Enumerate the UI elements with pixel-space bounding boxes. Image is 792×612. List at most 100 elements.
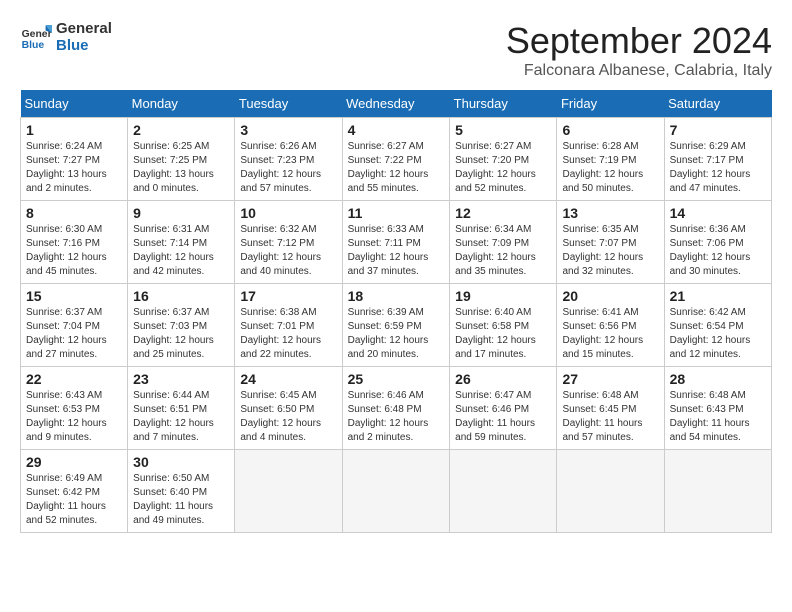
- day-detail: Sunrise: 6:45 AMSunset: 6:50 PMDaylight:…: [240, 390, 321, 443]
- day-detail: Sunrise: 6:28 AMSunset: 7:19 PMDaylight:…: [562, 141, 643, 194]
- title-block: September 2024 Falconara Albanese, Calab…: [506, 20, 772, 80]
- logo: General Blue General Blue: [20, 20, 112, 54]
- day-detail: Sunrise: 6:35 AMSunset: 7:07 PMDaylight:…: [562, 224, 643, 277]
- day-number: 26: [455, 371, 551, 387]
- day-number: 28: [670, 371, 766, 387]
- day-number: 13: [562, 205, 658, 221]
- calendar-cell: 6 Sunrise: 6:28 AMSunset: 7:19 PMDayligh…: [557, 118, 664, 201]
- day-number: 27: [562, 371, 658, 387]
- calendar-cell: 5 Sunrise: 6:27 AMSunset: 7:20 PMDayligh…: [450, 118, 557, 201]
- calendar-cell: 27 Sunrise: 6:48 AMSunset: 6:45 PMDaylig…: [557, 367, 664, 450]
- col-monday: Monday: [128, 90, 235, 118]
- day-detail: Sunrise: 6:43 AMSunset: 6:53 PMDaylight:…: [26, 390, 107, 443]
- day-detail: Sunrise: 6:48 AMSunset: 6:43 PMDaylight:…: [670, 390, 750, 443]
- calendar-cell: 16 Sunrise: 6:37 AMSunset: 7:03 PMDaylig…: [128, 284, 235, 367]
- calendar-week-5: 29 Sunrise: 6:49 AMSunset: 6:42 PMDaylig…: [21, 450, 772, 533]
- day-number: 12: [455, 205, 551, 221]
- day-number: 16: [133, 288, 229, 304]
- day-detail: Sunrise: 6:50 AMSunset: 6:40 PMDaylight:…: [133, 473, 213, 526]
- day-number: 6: [562, 122, 658, 138]
- calendar-week-3: 15 Sunrise: 6:37 AMSunset: 7:04 PMDaylig…: [21, 284, 772, 367]
- calendar-table: Sunday Monday Tuesday Wednesday Thursday…: [20, 90, 772, 533]
- day-number: 30: [133, 454, 229, 470]
- day-detail: Sunrise: 6:26 AMSunset: 7:23 PMDaylight:…: [240, 141, 321, 194]
- day-detail: Sunrise: 6:30 AMSunset: 7:16 PMDaylight:…: [26, 224, 107, 277]
- calendar-cell: 20 Sunrise: 6:41 AMSunset: 6:56 PMDaylig…: [557, 284, 664, 367]
- svg-text:Blue: Blue: [22, 40, 45, 51]
- day-number: 9: [133, 205, 229, 221]
- day-number: 7: [670, 122, 766, 138]
- day-number: 8: [26, 205, 122, 221]
- calendar-cell: [557, 450, 664, 533]
- day-detail: Sunrise: 6:44 AMSunset: 6:51 PMDaylight:…: [133, 390, 214, 443]
- day-detail: Sunrise: 6:31 AMSunset: 7:14 PMDaylight:…: [133, 224, 214, 277]
- day-number: 29: [26, 454, 122, 470]
- day-detail: Sunrise: 6:41 AMSunset: 6:56 PMDaylight:…: [562, 307, 643, 360]
- calendar-cell: 23 Sunrise: 6:44 AMSunset: 6:51 PMDaylig…: [128, 367, 235, 450]
- calendar-cell: [450, 450, 557, 533]
- day-detail: Sunrise: 6:37 AMSunset: 7:03 PMDaylight:…: [133, 307, 214, 360]
- calendar-cell: 22 Sunrise: 6:43 AMSunset: 6:53 PMDaylig…: [21, 367, 128, 450]
- day-number: 2: [133, 122, 229, 138]
- calendar-cell: 25 Sunrise: 6:46 AMSunset: 6:48 PMDaylig…: [342, 367, 450, 450]
- day-number: 5: [455, 122, 551, 138]
- day-detail: Sunrise: 6:47 AMSunset: 6:46 PMDaylight:…: [455, 390, 535, 443]
- day-number: 3: [240, 122, 336, 138]
- logo-icon: General Blue: [20, 21, 52, 53]
- day-number: 18: [348, 288, 445, 304]
- calendar-cell: 19 Sunrise: 6:40 AMSunset: 6:58 PMDaylig…: [450, 284, 557, 367]
- header-row: Sunday Monday Tuesday Wednesday Thursday…: [21, 90, 772, 118]
- day-number: 10: [240, 205, 336, 221]
- month-title: September 2024: [506, 20, 772, 62]
- calendar-cell: 1 Sunrise: 6:24 AMSunset: 7:27 PMDayligh…: [21, 118, 128, 201]
- day-detail: Sunrise: 6:33 AMSunset: 7:11 PMDaylight:…: [348, 224, 429, 277]
- day-detail: Sunrise: 6:48 AMSunset: 6:45 PMDaylight:…: [562, 390, 642, 443]
- day-number: 14: [670, 205, 766, 221]
- day-detail: Sunrise: 6:36 AMSunset: 7:06 PMDaylight:…: [670, 224, 751, 277]
- col-friday: Friday: [557, 90, 664, 118]
- calendar-cell: [342, 450, 450, 533]
- calendar-cell: 13 Sunrise: 6:35 AMSunset: 7:07 PMDaylig…: [557, 201, 664, 284]
- calendar-cell: [664, 450, 771, 533]
- day-detail: Sunrise: 6:42 AMSunset: 6:54 PMDaylight:…: [670, 307, 751, 360]
- day-number: 17: [240, 288, 336, 304]
- calendar-cell: 18 Sunrise: 6:39 AMSunset: 6:59 PMDaylig…: [342, 284, 450, 367]
- day-number: 22: [26, 371, 122, 387]
- calendar-cell: 24 Sunrise: 6:45 AMSunset: 6:50 PMDaylig…: [235, 367, 342, 450]
- day-number: 23: [133, 371, 229, 387]
- calendar-cell: 4 Sunrise: 6:27 AMSunset: 7:22 PMDayligh…: [342, 118, 450, 201]
- day-number: 24: [240, 371, 336, 387]
- col-tuesday: Tuesday: [235, 90, 342, 118]
- calendar-cell: 26 Sunrise: 6:47 AMSunset: 6:46 PMDaylig…: [450, 367, 557, 450]
- location: Falconara Albanese, Calabria, Italy: [506, 62, 772, 80]
- day-detail: Sunrise: 6:40 AMSunset: 6:58 PMDaylight:…: [455, 307, 536, 360]
- page-header: General Blue General Blue September 2024…: [20, 20, 772, 80]
- calendar-cell: [235, 450, 342, 533]
- calendar-cell: 14 Sunrise: 6:36 AMSunset: 7:06 PMDaylig…: [664, 201, 771, 284]
- day-detail: Sunrise: 6:34 AMSunset: 7:09 PMDaylight:…: [455, 224, 536, 277]
- day-detail: Sunrise: 6:49 AMSunset: 6:42 PMDaylight:…: [26, 473, 106, 526]
- day-number: 19: [455, 288, 551, 304]
- logo-general: General: [56, 20, 112, 37]
- calendar-cell: 10 Sunrise: 6:32 AMSunset: 7:12 PMDaylig…: [235, 201, 342, 284]
- calendar-cell: 11 Sunrise: 6:33 AMSunset: 7:11 PMDaylig…: [342, 201, 450, 284]
- col-thursday: Thursday: [450, 90, 557, 118]
- day-number: 15: [26, 288, 122, 304]
- day-detail: Sunrise: 6:24 AMSunset: 7:27 PMDaylight:…: [26, 141, 107, 194]
- day-number: 11: [348, 205, 445, 221]
- day-number: 21: [670, 288, 766, 304]
- day-number: 25: [348, 371, 445, 387]
- calendar-cell: 17 Sunrise: 6:38 AMSunset: 7:01 PMDaylig…: [235, 284, 342, 367]
- day-detail: Sunrise: 6:27 AMSunset: 7:22 PMDaylight:…: [348, 141, 429, 194]
- day-number: 1: [26, 122, 122, 138]
- day-number: 20: [562, 288, 658, 304]
- calendar-cell: 29 Sunrise: 6:49 AMSunset: 6:42 PMDaylig…: [21, 450, 128, 533]
- day-detail: Sunrise: 6:32 AMSunset: 7:12 PMDaylight:…: [240, 224, 321, 277]
- calendar-week-1: 1 Sunrise: 6:24 AMSunset: 7:27 PMDayligh…: [21, 118, 772, 201]
- day-detail: Sunrise: 6:39 AMSunset: 6:59 PMDaylight:…: [348, 307, 429, 360]
- day-number: 4: [348, 122, 445, 138]
- calendar-cell: 2 Sunrise: 6:25 AMSunset: 7:25 PMDayligh…: [128, 118, 235, 201]
- calendar-week-2: 8 Sunrise: 6:30 AMSunset: 7:16 PMDayligh…: [21, 201, 772, 284]
- calendar-cell: 3 Sunrise: 6:26 AMSunset: 7:23 PMDayligh…: [235, 118, 342, 201]
- day-detail: Sunrise: 6:46 AMSunset: 6:48 PMDaylight:…: [348, 390, 429, 443]
